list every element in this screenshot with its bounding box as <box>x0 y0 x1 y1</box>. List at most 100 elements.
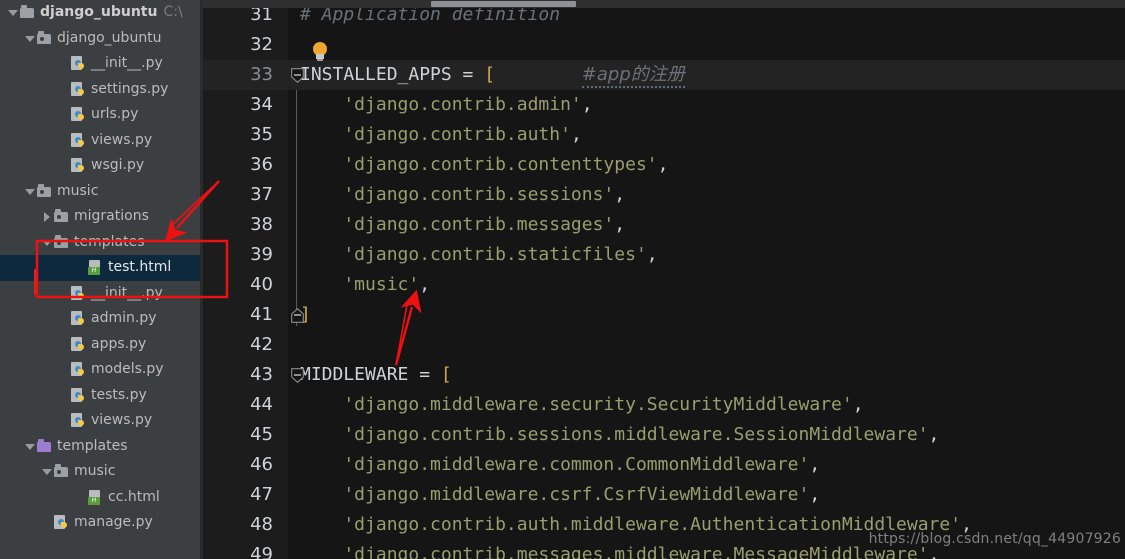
code-token: , <box>657 154 669 175</box>
html-file-icon: H <box>87 259 104 276</box>
code-line[interactable]: 34 'django.contrib.admin', <box>203 90 1125 120</box>
project-tree-panel[interactable]: django_ubuntu C:\ django_ubuntu __init__.py… <box>0 0 200 559</box>
tree-row-django-ubuntu[interactable]: django_ubuntu C:\ <box>0 0 200 26</box>
code-line[interactable]: 45 'django.contrib.sessions.middleware.S… <box>203 420 1125 450</box>
tree-row-test-html[interactable]: Htest.html <box>0 255 200 281</box>
code-line[interactable]: 41] <box>203 300 1125 330</box>
tree-row-apps-py[interactable]: apps.py <box>0 332 200 358</box>
tree-row--init-py[interactable]: __init__.py <box>0 281 200 307</box>
code-text: 'django.contrib.sessions', <box>300 180 625 210</box>
tree-item-label: templates <box>57 437 128 454</box>
chevron-down-icon[interactable] <box>23 179 36 205</box>
python-file-icon <box>70 106 87 123</box>
code-text: INSTALLED_APPS = [ #app的注册 <box>300 60 685 90</box>
tree-row-templates[interactable]: templates <box>0 230 200 256</box>
code-token: 'django.contrib.sessions.middleware.Sess… <box>300 424 929 445</box>
code-token: , <box>614 214 626 235</box>
code-line[interactable]: 42 <box>203 330 1125 360</box>
tree-row-views-py[interactable]: views.py <box>0 408 200 434</box>
tree-row-wsgi-py[interactable]: wsgi.py <box>0 153 200 179</box>
line-number: 46 <box>250 454 273 475</box>
fold-collapse-icon[interactable] <box>291 68 304 83</box>
python-file-icon <box>70 81 87 98</box>
code-token: , <box>570 124 582 145</box>
tree-item-label: urls.py <box>91 106 139 122</box>
code-line[interactable]: 43 MIDDLEWARE = [ <box>203 360 1125 390</box>
code-line[interactable]: 32 <box>203 30 1125 60</box>
code-line[interactable]: 38 'django.contrib.messages', <box>203 210 1125 240</box>
chevron-down-icon[interactable] <box>23 434 36 460</box>
python-file-icon <box>70 412 87 429</box>
tree-item-label: views.py <box>91 412 153 428</box>
tree-row-templates[interactable]: templates <box>0 434 200 460</box>
tree-row-urls-py[interactable]: urls.py <box>0 102 200 128</box>
code-line[interactable]: 44 'django.middleware.security.SecurityM… <box>203 390 1125 420</box>
tree-item-label: models.py <box>91 361 164 377</box>
folder-icon <box>53 234 70 251</box>
code-line[interactable]: 35 'django.contrib.auth', <box>203 120 1125 150</box>
folder-icon <box>36 30 53 47</box>
chevron-down-icon[interactable] <box>23 26 36 52</box>
code-token: , <box>419 274 431 295</box>
python-file-icon <box>70 157 87 174</box>
tree-row-cc-html[interactable]: Hcc.html <box>0 485 200 511</box>
code-line[interactable]: 39 'django.contrib.staticfiles', <box>203 240 1125 270</box>
tree-row-django-ubuntu[interactable]: django_ubuntu <box>0 26 200 52</box>
fold-collapse-icon[interactable] <box>291 368 304 383</box>
code-line[interactable]: 46 'django.middleware.common.CommonMiddl… <box>203 450 1125 480</box>
code-token: , <box>646 244 658 265</box>
line-number: 40 <box>250 274 273 295</box>
line-number: 49 <box>250 544 273 559</box>
tree-item-label: django_ubuntu <box>40 4 158 20</box>
horizontal-scrollbar[interactable] <box>203 0 1125 8</box>
line-number: 44 <box>250 394 273 415</box>
chevron-down-icon[interactable] <box>6 0 19 26</box>
code-line[interactable]: 47 'django.middleware.csrf.CsrfViewMiddl… <box>203 480 1125 510</box>
code-line[interactable]: 33 INSTALLED_APPS = [ #app的注册 <box>203 60 1125 90</box>
tree-row-migrations[interactable]: migrations <box>0 204 200 230</box>
tree-row-models-py[interactable]: models.py <box>0 357 200 383</box>
chevron-down-icon[interactable] <box>40 459 53 485</box>
tree-row-music[interactable]: music <box>0 459 200 485</box>
chevron-down-icon[interactable] <box>40 230 53 256</box>
intention-bulb-icon[interactable] <box>312 42 328 62</box>
python-file-icon <box>70 132 87 149</box>
line-number: 35 <box>250 124 273 145</box>
folder-icon <box>19 4 36 21</box>
line-number: 37 <box>250 184 273 205</box>
tree-item-label: admin.py <box>91 310 157 326</box>
tree-row-music[interactable]: music <box>0 179 200 205</box>
tree-row-settings-py[interactable]: settings.py <box>0 77 200 103</box>
horizontal-scrollbar-thumb[interactable] <box>431 1 576 7</box>
line-number: 48 <box>250 514 273 535</box>
code-line[interactable]: 37 'django.contrib.sessions', <box>203 180 1125 210</box>
folder-icon <box>53 463 70 480</box>
code-editor[interactable]: 31 # Application definition 32 33 INSTALLED_… <box>203 0 1125 559</box>
project-tree[interactable]: django_ubuntu C:\ django_ubuntu __init__.py… <box>0 0 200 536</box>
code-text: 'music', <box>300 270 430 300</box>
tree-row-admin-py[interactable]: admin.py <box>0 306 200 332</box>
tree-row-tests-py[interactable]: tests.py <box>0 383 200 409</box>
project-path-label: C:\ <box>163 4 183 20</box>
code-token: 'music' <box>300 274 420 295</box>
code-token: 'django.middleware.common.CommonMiddlewa… <box>300 454 810 475</box>
tree-item-label: django_ubuntu <box>57 29 162 46</box>
fold-expand-icon[interactable] <box>291 308 304 323</box>
tree-row-views-py[interactable]: views.py <box>0 128 200 154</box>
line-number: 34 <box>250 94 273 115</box>
chevron-right-icon[interactable] <box>40 204 53 230</box>
tree-item-label: music <box>74 463 116 479</box>
tree-row--init-py[interactable]: __init__.py <box>0 51 200 77</box>
tree-item-label: views.py <box>91 131 153 148</box>
code-token: = <box>451 64 485 85</box>
tree-item-label: wsgi.py <box>91 157 145 173</box>
line-number: 33 <box>250 64 273 85</box>
tree-row-manage-py[interactable]: manage.py <box>0 510 200 536</box>
code-line[interactable]: 36 'django.contrib.contenttypes', <box>203 150 1125 180</box>
code-line[interactable]: 40 'music', <box>203 270 1125 300</box>
code-text: 'django.contrib.messages.middleware.Mess… <box>300 540 939 559</box>
